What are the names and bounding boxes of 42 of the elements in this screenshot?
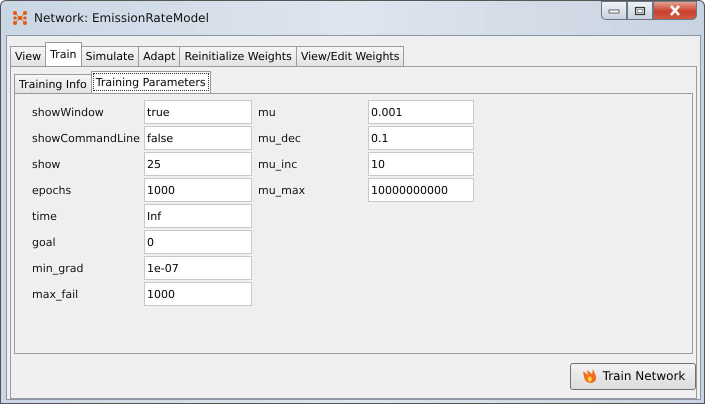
tab[interactable]: Reinitialize Weights <box>179 46 297 66</box>
parameter-field[interactable]: 0.1 <box>368 126 474 150</box>
parameter-label: mu_max <box>258 184 306 196</box>
parameter-field[interactable]: 0.001 <box>368 100 474 124</box>
parameter-label: mu <box>258 106 277 118</box>
parameter-field[interactable]: Inf <box>144 204 252 228</box>
subtab[interactable]: Training Info <box>14 74 92 93</box>
tab[interactable]: View/Edit Weights <box>296 46 404 66</box>
network-icon <box>12 10 28 26</box>
window-title: Network: EmissionRateModel <box>34 11 209 25</box>
parameter-label: goal <box>32 236 57 248</box>
parameter-label: mu_inc <box>258 158 298 170</box>
parameter-field[interactable]: 1000 <box>144 282 252 306</box>
parameter-field[interactable]: 0 <box>144 230 252 254</box>
close-icon <box>669 5 681 16</box>
parameter-field[interactable]: 1000 <box>144 178 252 202</box>
parameter-field[interactable]: 10000000000 <box>368 178 474 202</box>
tab[interactable]: View <box>10 46 46 66</box>
parameter-field[interactable]: true <box>144 100 252 124</box>
maximize-button[interactable] <box>627 1 653 20</box>
parameter-field[interactable]: 25 <box>144 152 252 176</box>
subtab[interactable]: Training Parameters <box>90 71 211 93</box>
parameter-field[interactable]: 1e-07 <box>144 256 252 280</box>
parameter-label: epochs <box>32 184 72 196</box>
parameter-label: mu_dec <box>258 132 302 144</box>
maximize-icon <box>634 6 646 16</box>
flame-icon <box>580 368 599 384</box>
parameter-field[interactable]: false <box>144 126 252 150</box>
parameter-label: showWindow <box>32 106 105 118</box>
parameter-label: time <box>32 210 58 222</box>
tab[interactable]: Simulate <box>80 46 140 66</box>
close-button[interactable] <box>653 1 697 20</box>
parameter-field[interactable]: 10 <box>368 152 474 176</box>
minimize-icon <box>608 8 620 14</box>
tab[interactable]: Train <box>45 42 82 66</box>
parameter-label: show <box>32 158 62 170</box>
tab[interactable]: Adapt <box>138 46 180 66</box>
minimize-button[interactable] <box>601 1 627 20</box>
parameter-label: showCommandLine <box>32 132 141 144</box>
train-network-button[interactable]: Train Network <box>570 362 696 390</box>
parameter-label: min_grad <box>32 262 84 274</box>
parameter-label: max_fail <box>32 288 80 300</box>
